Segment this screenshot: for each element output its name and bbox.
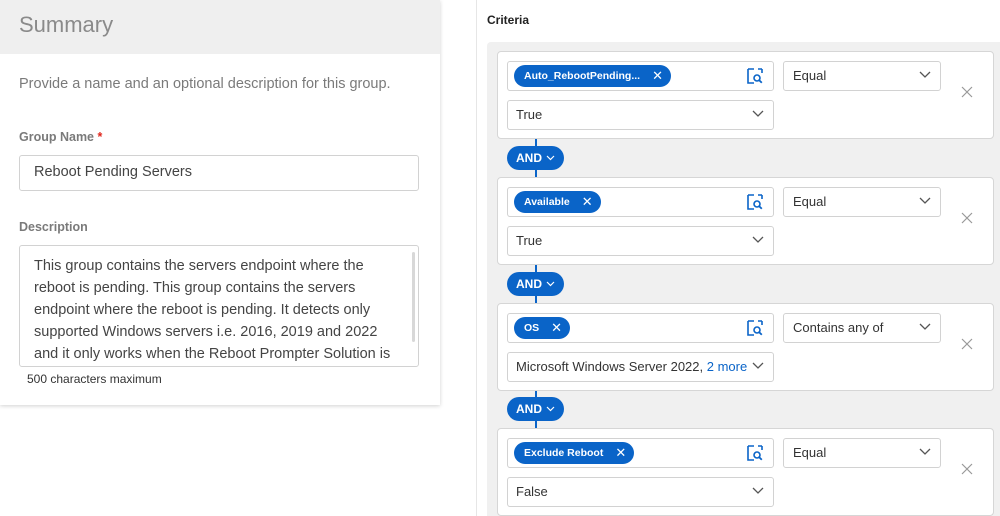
required-mark: * (97, 130, 103, 144)
panel-divider (476, 0, 477, 516)
chevron-down-icon (752, 487, 764, 494)
operator-select[interactable]: Equal (783, 438, 941, 468)
search-field-icon[interactable] (746, 193, 764, 211)
value-select[interactable]: False (507, 477, 774, 507)
criteria-rule-2: Available ✕ Equal True (497, 177, 994, 265)
operator-select[interactable]: Equal (783, 187, 941, 217)
summary-intro: Provide a name and an optional descripti… (19, 76, 391, 92)
criteria-label: Criteria (487, 13, 530, 27)
value-select[interactable]: True (507, 226, 774, 256)
criteria-rule-3: OS ✕ Contains any of Microsoft Windows Se… (497, 303, 994, 391)
summary-card: Summary Provide a name and an optional d… (0, 0, 440, 405)
and-connector-1[interactable]: AND (507, 146, 564, 170)
and-connector-2[interactable]: AND (507, 272, 564, 296)
value-select[interactable]: True (507, 100, 774, 130)
field-selector[interactable]: OS ✕ (507, 313, 774, 343)
operator-select[interactable]: Contains any of (783, 313, 941, 343)
field-chip[interactable]: Available ✕ (514, 191, 601, 213)
search-field-icon[interactable] (746, 444, 764, 462)
chevron-down-icon (919, 71, 931, 78)
chevron-down-icon (919, 197, 931, 204)
summary-header: Summary (0, 0, 440, 54)
description-textarea[interactable]: This group contains the servers endpoint… (19, 245, 419, 367)
chevron-down-icon (752, 236, 764, 243)
close-icon[interactable]: ✕ (582, 194, 593, 210)
close-icon[interactable]: ✕ (652, 68, 663, 84)
chevron-down-icon (546, 406, 555, 412)
field-selector[interactable]: Exclude Reboot ✕ (507, 438, 774, 468)
chevron-down-icon (919, 448, 931, 455)
field-chip[interactable]: Exclude Reboot ✕ (514, 442, 635, 464)
close-icon[interactable] (960, 462, 974, 476)
description-text: This group contains the servers endpoint… (34, 258, 391, 362)
description-label: Description (19, 220, 88, 234)
group-name-label: Group Name * (19, 130, 103, 144)
close-icon[interactable] (960, 337, 974, 351)
group-editor: Summary Provide a name and an optional d… (0, 0, 1000, 516)
field-selector[interactable]: Auto_RebootPending... ✕ (507, 61, 774, 91)
search-field-icon[interactable] (746, 319, 764, 337)
criteria-rule-4: Exclude Reboot ✕ Equal False (497, 428, 994, 516)
search-field-icon[interactable] (746, 67, 764, 85)
more-values-link[interactable]: 2 more (707, 359, 747, 374)
char-limit-hint: 500 characters maximum (27, 372, 162, 386)
group-name-input[interactable]: Reboot Pending Servers (19, 155, 419, 191)
chevron-down-icon (919, 323, 931, 330)
close-icon[interactable] (960, 211, 974, 225)
chevron-down-icon (752, 110, 764, 117)
chevron-down-icon (752, 362, 764, 369)
close-icon[interactable] (960, 85, 974, 99)
textarea-scrollbar[interactable] (412, 252, 415, 342)
and-connector-3[interactable]: AND (507, 397, 564, 421)
summary-title: Summary (19, 12, 114, 37)
close-icon[interactable]: ✕ (551, 320, 562, 336)
chevron-down-icon (546, 155, 555, 161)
field-chip[interactable]: OS ✕ (514, 317, 571, 339)
criteria-rule-1: Auto_RebootPending... ✕ Equal True (497, 51, 994, 139)
chevron-down-icon (546, 281, 555, 287)
value-select[interactable]: Microsoft Windows Server 2022, 2 more (507, 352, 774, 382)
field-selector[interactable]: Available ✕ (507, 187, 774, 217)
field-chip[interactable]: Auto_RebootPending... ✕ (514, 65, 671, 87)
operator-select[interactable]: Equal (783, 61, 941, 91)
close-icon[interactable]: ✕ (615, 445, 626, 461)
